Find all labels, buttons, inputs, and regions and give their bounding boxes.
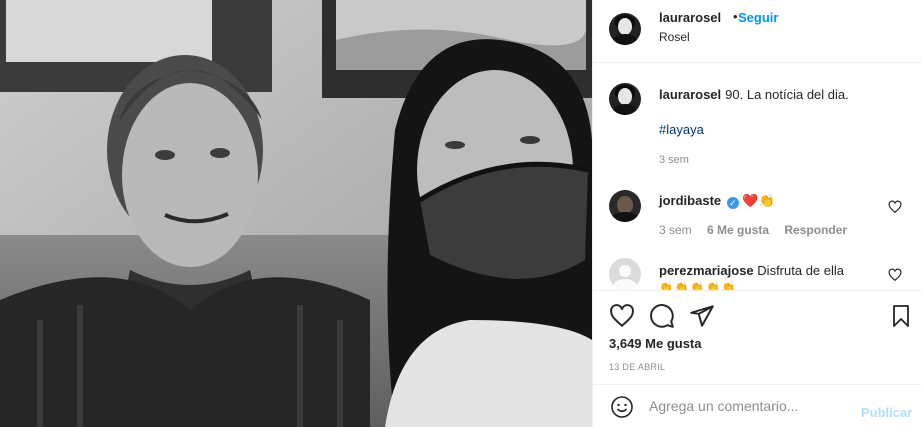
commenter-avatar[interactable] xyxy=(609,258,641,290)
comment-text: ❤️👏 xyxy=(742,193,775,208)
post-details-panel: laurarosel • Seguir Rosel laurarosel 90. … xyxy=(592,0,921,427)
caption-text: 90. La notícia del dia. xyxy=(725,87,849,102)
caption-avatar[interactable] xyxy=(609,83,641,115)
add-comment-bar: Publicar xyxy=(593,384,921,427)
comments-list[interactable]: laurarosel 90. La notícia del dia. #layay… xyxy=(593,63,921,290)
separator-dot: • xyxy=(733,9,738,24)
comment-timestamp[interactable]: 3 sem xyxy=(659,223,692,237)
commenter-avatar[interactable] xyxy=(609,190,641,222)
bookmark-icon[interactable] xyxy=(889,303,913,329)
verified-badge-icon: ✓ xyxy=(726,197,739,209)
comment-likes[interactable]: 6 Me gusta xyxy=(707,223,769,237)
caption-username[interactable]: laurarosel xyxy=(659,87,721,102)
action-bar xyxy=(593,290,921,336)
caption-hashtag[interactable]: #layaya xyxy=(659,122,704,137)
post-header: laurarosel • Seguir Rosel xyxy=(593,0,921,63)
comment-emoji-line: 👏👏👏👏👏 xyxy=(659,282,738,290)
reply-button[interactable]: Responder xyxy=(784,223,847,237)
follow-button[interactable]: Seguir xyxy=(738,10,778,25)
caption: laurarosel 90. La notícia del dia. xyxy=(659,87,849,103)
comment-item: jordibaste ✓ ❤️👏 3 sem 6 Me gusta Respon… xyxy=(593,176,921,251)
comment-username[interactable]: perezmariajose xyxy=(659,263,754,278)
photo-image xyxy=(0,0,592,427)
like-comment-heart-icon[interactable] xyxy=(888,200,902,214)
comment-meta: 3 sem 6 Me gusta Responder xyxy=(659,223,859,237)
comment-item: perezmariajose Disfruta de ella 👏👏👏👏👏 xyxy=(593,248,921,290)
author-username[interactable]: laurarosel xyxy=(659,10,721,25)
post-date[interactable]: 13 DE ABRIL xyxy=(609,362,665,372)
comment-input[interactable] xyxy=(649,395,849,417)
comment-text-line: jordibaste ✓ ❤️👏 xyxy=(659,193,775,209)
comment-username[interactable]: jordibaste xyxy=(659,193,721,208)
comment-icon[interactable] xyxy=(649,303,675,329)
post-location[interactable]: Rosel xyxy=(659,30,690,44)
author-avatar[interactable] xyxy=(609,13,641,45)
publish-button[interactable]: Publicar xyxy=(861,405,912,420)
emoji-icon[interactable] xyxy=(610,395,634,419)
comment-text: Disfruta de ella xyxy=(757,263,845,278)
like-comment-heart-icon[interactable] xyxy=(888,268,902,282)
heart-icon[interactable] xyxy=(609,303,635,329)
post-photo[interactable] xyxy=(0,0,592,427)
comment-text-line: perezmariajose Disfruta de ella xyxy=(659,263,844,278)
share-icon[interactable] xyxy=(689,303,715,329)
likes-count[interactable]: 3,649 Me gusta xyxy=(609,336,702,351)
caption-timestamp[interactable]: 3 sem xyxy=(659,154,689,166)
